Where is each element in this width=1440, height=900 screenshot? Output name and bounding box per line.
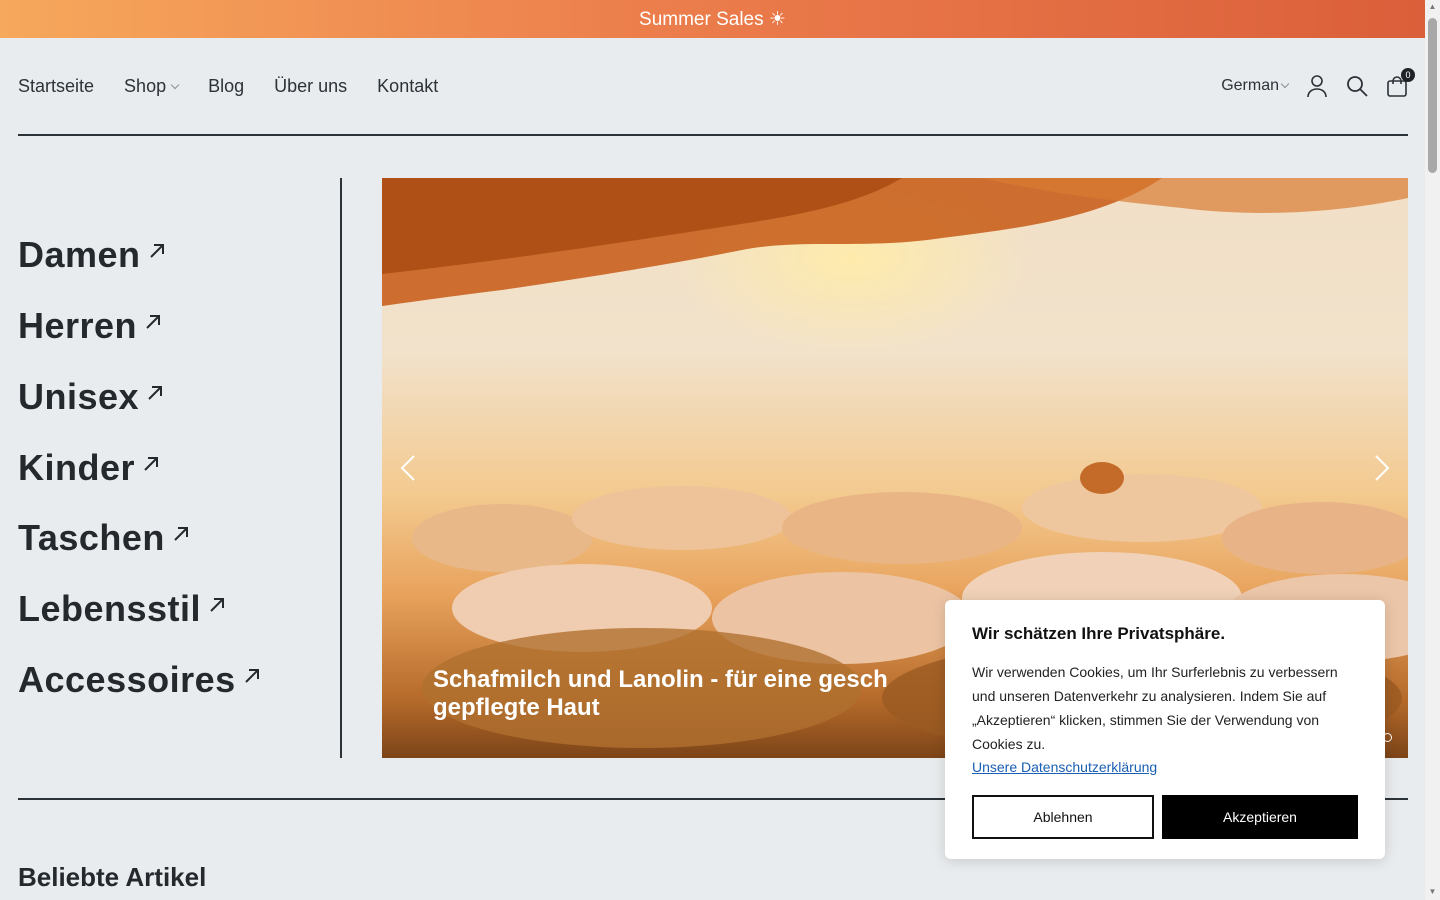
category-taschen[interactable]: Taschen <box>18 517 191 559</box>
arrow-up-right-icon <box>149 244 164 258</box>
arrow-up-right-icon <box>148 386 163 400</box>
category-herren[interactable]: Herren <box>18 305 163 347</box>
nav-links: Startseite Shop Blog Über uns Kontakt <box>18 76 438 97</box>
arrow-up-right-icon <box>144 457 159 471</box>
category-unisex[interactable]: Unisex <box>18 376 165 418</box>
hero-image-tree <box>382 178 1408 306</box>
announcement-text: Summer Sales ☀ <box>639 8 786 30</box>
main-navigation: Startseite Shop Blog Über uns Kontakt Ge… <box>18 38 1415 136</box>
scrollbar-thumb[interactable] <box>1428 18 1437 173</box>
hero-title: Schafmilch und Lanolin - für eine gesch … <box>433 666 888 721</box>
nav-item-about[interactable]: Über uns <box>274 76 347 97</box>
arrow-up-right-icon <box>174 527 188 541</box>
cookie-text: Wir verwenden Cookies, um Ihr Surferlebn… <box>972 664 1338 752</box>
language-selector[interactable]: German <box>1221 77 1290 95</box>
account-icon[interactable] <box>1306 74 1328 98</box>
slide-prev-arrow-icon[interactable] <box>398 454 418 482</box>
category-kinder[interactable]: Kinder <box>18 447 161 489</box>
decline-button[interactable]: Ablehnen <box>972 795 1154 839</box>
accept-button[interactable]: Akzeptieren <box>1162 795 1358 839</box>
search-icon[interactable] <box>1346 74 1368 98</box>
scroll-down-icon[interactable]: ▼ <box>1428 887 1437 896</box>
nav-item-blog[interactable]: Blog <box>208 76 244 97</box>
cookie-title: Wir schätzen Ihre Privatsphäre. <box>972 624 1226 643</box>
nav-item-shop[interactable]: Shop <box>124 76 180 97</box>
chevron-down-icon <box>170 80 180 89</box>
category-list: Damen Herren Unisex Kinder Taschen Leben… <box>18 178 342 758</box>
announcement-bar: Summer Sales ☀ <box>0 0 1425 38</box>
category-lebensstil[interactable]: Lebensstil <box>18 588 227 630</box>
cart-icon[interactable]: 0 <box>1386 68 1415 98</box>
page-scrollbar[interactable]: ▲ ▼ <box>1425 0 1440 900</box>
nav-item-contact[interactable]: Kontakt <box>377 76 438 97</box>
arrow-up-right-icon <box>146 315 161 329</box>
section-title-popular: Beliebte Artikel <box>18 862 207 892</box>
privacy-policy-link[interactable]: Unsere Datenschutzerklärung <box>972 759 1358 775</box>
cart-count-badge: 0 <box>1401 68 1415 82</box>
chevron-down-icon <box>1280 79 1290 89</box>
scroll-up-icon[interactable]: ▲ <box>1428 2 1437 11</box>
arrow-up-right-icon <box>210 598 225 612</box>
cookie-consent-dialog: Wir schätzen Ihre Privatsphäre. Wir verw… <box>945 600 1385 859</box>
arrow-up-right-icon <box>244 669 259 683</box>
category-damen[interactable]: Damen <box>18 234 167 276</box>
category-accessoires[interactable]: Accessoires <box>18 659 262 701</box>
cookie-actions: Ablehnen Akzeptieren <box>972 795 1358 839</box>
slide-next-arrow-icon[interactable] <box>1372 454 1392 482</box>
nav-actions: German 0 <box>1221 68 1415 98</box>
nav-item-startseite[interactable]: Startseite <box>18 76 94 97</box>
